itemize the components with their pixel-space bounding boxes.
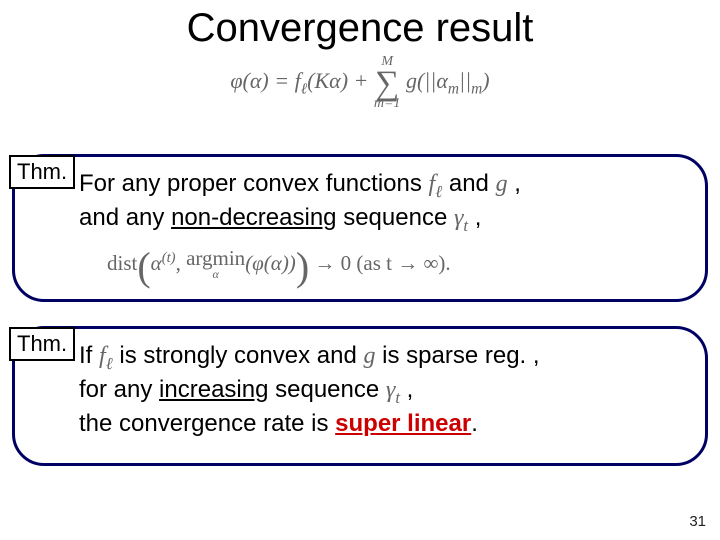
theorem-1-text: For any proper convex functions fℓ and g… <box>79 169 687 237</box>
theorem-2-text: If fℓ is strongly convex and g is sparse… <box>79 341 687 439</box>
eq-lhs: φ(α) = fℓ(Kα) + <box>230 68 374 93</box>
sum-symbol: M∑m=1 <box>374 55 401 111</box>
theorem-1-equation: dist(α(t), argminα(φ(α))) → 0 (as t → ∞)… <box>107 247 687 287</box>
objective-equation: φ(α) = fℓ(Kα) + M∑m=1 g(||αm||m) <box>0 55 720 111</box>
theorem-label: Thm. <box>9 155 75 189</box>
theorem-1-box: Thm. For any proper convex functions fℓ … <box>12 154 708 302</box>
theorem-2-box: Thm. If fℓ is strongly convex and g is s… <box>12 326 708 466</box>
slide-number: 31 <box>689 513 706 530</box>
super-linear-emphasis: super linear <box>335 410 471 437</box>
slide-title: Convergence result <box>0 0 720 51</box>
eq-tail: g(||αm||m) <box>400 68 489 93</box>
theorem-label: Thm. <box>9 327 75 361</box>
